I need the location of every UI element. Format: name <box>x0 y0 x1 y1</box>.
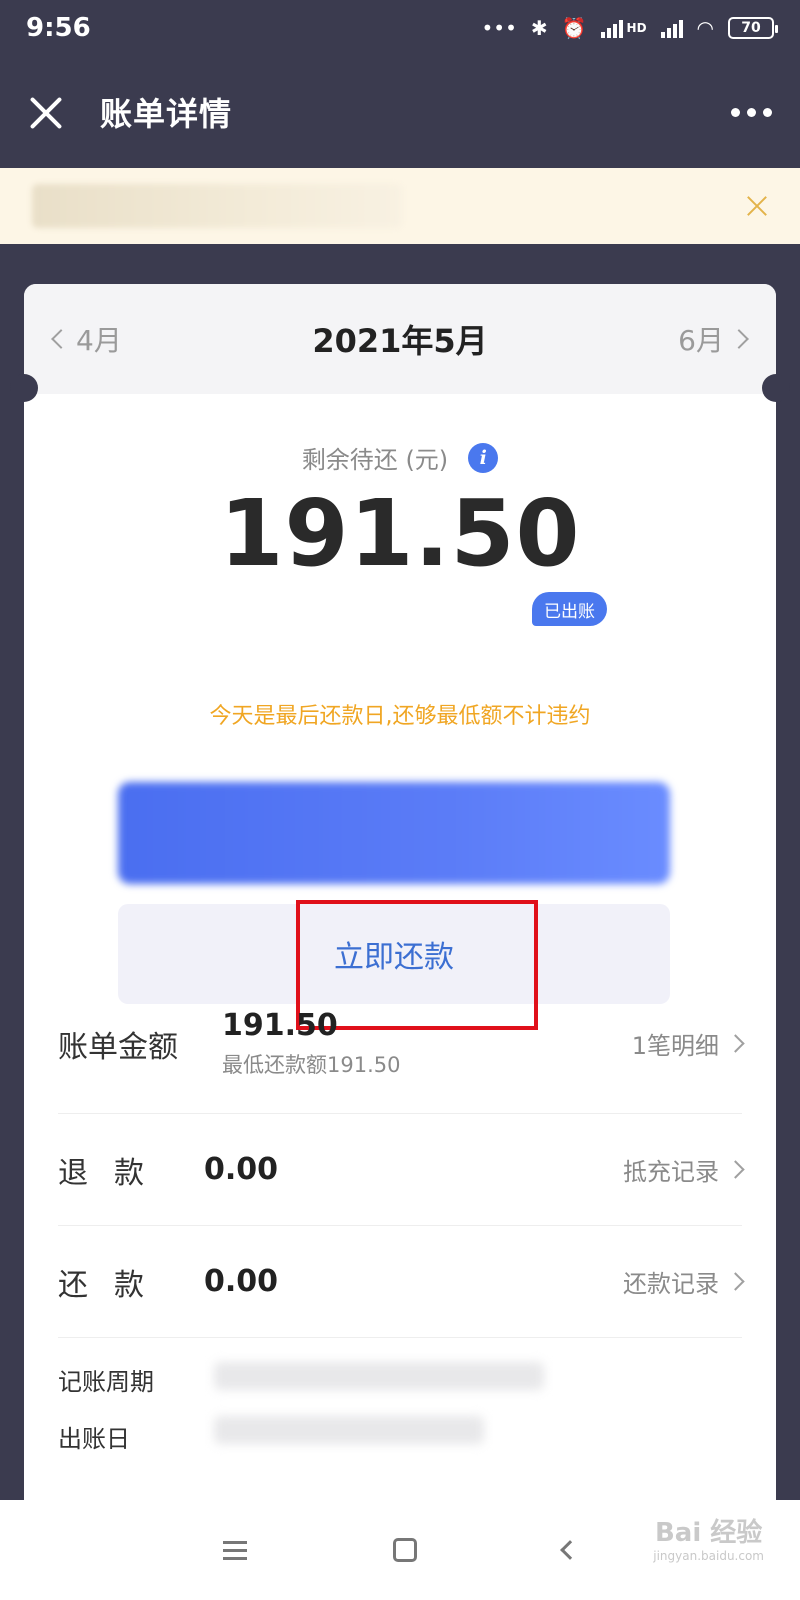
card-notch-right <box>762 374 790 402</box>
menu-icon[interactable] <box>223 1540 247 1560</box>
prev-month-button[interactable]: 4月 <box>51 319 122 359</box>
bill-card: 4月 2021年5月 6月 剩余待还 (元) i 191.50 已出账 今天是最… <box>24 284 776 1514</box>
bill-amount-block: 191.50 最低还款额191.50 <box>222 1008 400 1079</box>
back-icon[interactable] <box>560 1540 580 1560</box>
bill-details: 账单金额 191.50 最低还款额191.50 1笔明细 退款 0.00 抵充记… <box>24 974 776 1514</box>
status-icons: ••• ✱ ⏰ HD ◠ 70 <box>481 16 778 40</box>
bill-detail-link[interactable]: 1笔明细 <box>631 1026 745 1061</box>
remaining-label-row: 剩余待还 (元) i <box>24 440 776 475</box>
chevron-right-icon <box>726 1272 745 1291</box>
notice-close-icon[interactable] <box>746 195 768 217</box>
signal-icon <box>600 18 623 38</box>
remaining-amount: 191.50 <box>219 480 581 587</box>
offset-record-label: 抵充记录 <box>623 1158 719 1186</box>
min-payment: 最低还款额191.50 <box>222 1053 401 1077</box>
repayment-record-label: 还款记录 <box>623 1270 719 1298</box>
blurred-payment-button[interactable] <box>118 782 670 884</box>
info-icon[interactable]: i <box>468 442 499 473</box>
title-bar: 账单详情 <box>0 56 800 168</box>
prev-month-label: 4月 <box>76 324 122 357</box>
bill-detail-link-label: 1笔明细 <box>631 1032 719 1060</box>
due-warning: 今天是最后还款日,还够最低额不计违约 <box>209 704 591 729</box>
current-month: 2021年5月 <box>312 322 488 360</box>
hd-label: HD <box>626 21 647 35</box>
battery-icon: 70 <box>728 17 778 39</box>
next-month-button[interactable]: 6月 <box>678 319 749 359</box>
wifi-icon: ◠ <box>696 16 714 40</box>
more-menu-icon[interactable] <box>731 107 772 117</box>
bill-amount-value: 191.50 <box>222 1008 338 1043</box>
notice-banner <box>0 168 800 244</box>
alarm-icon: ⏰ <box>561 16 587 40</box>
month-selector: 4月 2021年5月 6月 <box>24 284 776 394</box>
repaid-value: 0.00 <box>204 1264 279 1299</box>
status-badge: 已出账 <box>532 592 607 626</box>
repaid-label: 还款 <box>58 1267 170 1303</box>
chevron-left-icon <box>51 329 71 349</box>
more-notifications-icon: ••• <box>481 16 517 40</box>
repaid-row[interactable]: 还款 0.00 还款记录 <box>58 1226 745 1338</box>
chevron-right-icon <box>726 1034 745 1053</box>
status-bar: 9:56 ••• ✱ ⏰ HD ◠ 70 <box>0 0 800 56</box>
next-month-label: 6月 <box>678 324 724 357</box>
bill-amount-label: 账单金额 <box>58 1029 178 1065</box>
status-time: 9:56 <box>26 13 91 43</box>
bluetooth-icon: ✱ <box>530 16 548 40</box>
watermark-logo: Bai 经验 jingyan.baidu.com <box>653 1520 764 1562</box>
refund-label: 退款 <box>58 1155 170 1191</box>
offset-record-link[interactable]: 抵充记录 <box>623 1152 745 1187</box>
chevron-right-icon <box>729 329 749 349</box>
watermark-sub: jingyan.baidu.com <box>653 1549 764 1563</box>
refund-value: 0.00 <box>204 1152 279 1187</box>
close-icon[interactable] <box>28 94 64 130</box>
bill-amount-row[interactable]: 账单金额 191.50 最低还款额191.50 1笔明细 <box>58 974 745 1114</box>
remaining-label: 剩余待还 (元) <box>301 446 449 474</box>
period-row: 记账周期 出账日 <box>58 1338 742 1514</box>
home-icon[interactable] <box>393 1538 417 1562</box>
page-title: 账单详情 <box>100 95 233 133</box>
blurred-period-values <box>214 1362 544 1444</box>
watermark-text: Bai 经验 <box>654 1518 763 1548</box>
bill-summary: 剩余待还 (元) i 191.50 已出账 今天是最后还款日,还够最低额不计违约… <box>24 394 776 1030</box>
chevron-right-icon <box>726 1160 745 1179</box>
blurred-notice-text <box>32 184 402 228</box>
signal-icon-2 <box>660 18 683 38</box>
billing-cycle-label: 记账周期 <box>58 1368 154 1396</box>
statement-day-label: 出账日 <box>58 1425 130 1453</box>
refund-row[interactable]: 退款 0.00 抵充记录 <box>58 1114 745 1226</box>
period-labels: 记账周期 出账日 <box>58 1362 154 1454</box>
repayment-record-link[interactable]: 还款记录 <box>623 1264 745 1299</box>
card-notch-left <box>10 374 38 402</box>
